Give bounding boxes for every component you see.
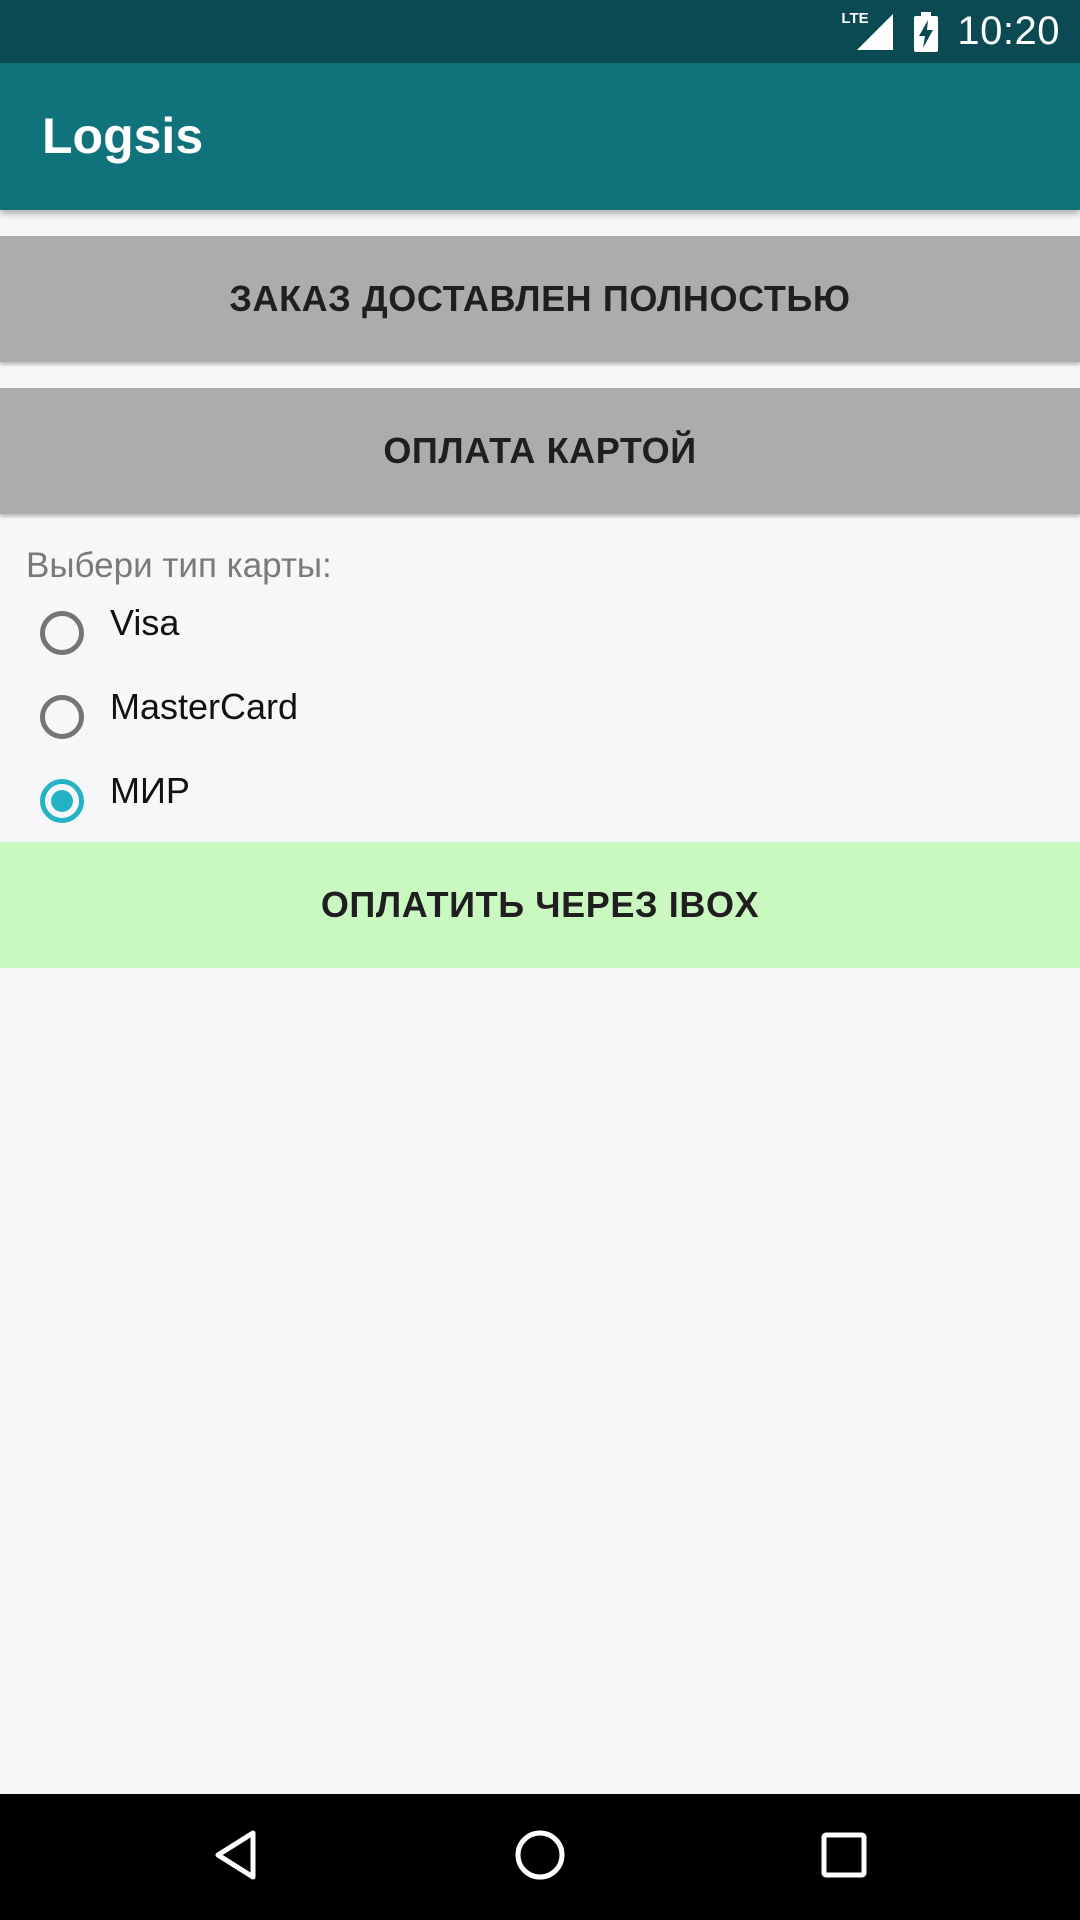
signal-icon: LTE [841,10,895,52]
radio-button-mastercard[interactable] [40,695,84,739]
card-payment-button[interactable]: ОПЛАТА КАРТОЙ [0,388,1080,514]
status-bar: LTE 10:20 [0,0,1080,63]
card-type-prompt: Выбери тип карты: [26,546,332,585]
recents-icon [821,1832,867,1883]
recents-button[interactable] [784,1794,904,1920]
back-button[interactable] [176,1794,296,1920]
radio-button-visa[interactable] [40,611,84,655]
radio-label-mir: МИР [110,770,190,811]
status-time: 10:20 [957,9,1060,53]
radio-label-visa: Visa [110,602,180,643]
status-icons: LTE 10:20 [841,0,1060,63]
back-icon [213,1829,259,1886]
radio-label-mastercard: MasterCard [110,686,299,727]
radio-option-mir[interactable]: МИР [40,766,190,836]
battery-charging-icon [913,11,939,52]
radio-option-mastercard[interactable]: MasterCard [40,682,298,752]
pay-via-ibox-button[interactable]: ОПЛАТИТЬ ЧЕРЕЗ IBOX [0,842,1080,968]
order-delivered-button[interactable]: ЗАКАЗ ДОСТАВЛЕН ПОЛНОСТЬЮ [0,236,1080,362]
app-title: Logsis [42,108,204,164]
main-content: ЗАКАЗ ДОСТАВЛЕН ПОЛНОСТЬЮ ОПЛАТА КАРТОЙ … [0,210,1080,1794]
app-bar: Logsis [0,63,1080,210]
navigation-bar [0,1794,1080,1920]
network-type-label: LTE [841,9,869,27]
home-icon [514,1829,566,1886]
radio-option-visa[interactable]: Visa [40,598,179,668]
radio-button-mir[interactable] [40,779,84,823]
home-button[interactable] [480,1794,600,1920]
